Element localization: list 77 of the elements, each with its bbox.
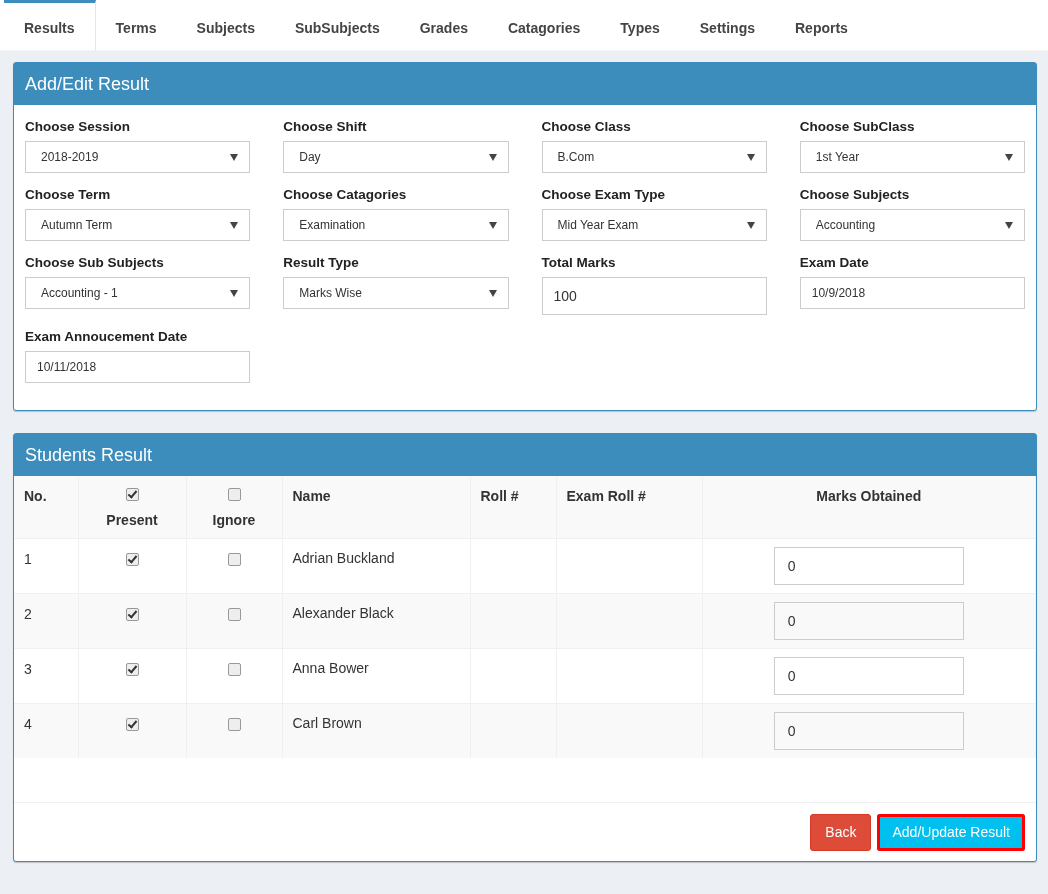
checkbox[interactable] (227, 488, 241, 501)
select-field[interactable]: 2018-2019 (25, 141, 251, 173)
select-field[interactable]: 1st Year (799, 141, 1025, 173)
field-label: Choose Shift (283, 119, 368, 134)
nav-tab[interactable]: Terms (95, 0, 177, 50)
column-header: Ignore (211, 512, 257, 528)
field-label: Choose SubClass (799, 119, 916, 134)
nav-tab[interactable]: Types (600, 0, 680, 50)
checkbox[interactable] (125, 488, 139, 501)
select-field[interactable]: Examination (283, 209, 509, 241)
checkbox[interactable] (125, 717, 139, 731)
checkbox[interactable] (227, 717, 241, 731)
field-label: Exam Annoucement Date (25, 329, 189, 344)
panel-title: Students Result (14, 434, 1036, 476)
field-label: Choose Subjects (799, 187, 911, 202)
field-label: Result Type (283, 255, 360, 270)
table-cell: Alexander Black (292, 604, 394, 621)
select-field[interactable]: Autumn Term (25, 209, 251, 241)
nav-tab[interactable]: Reports (775, 0, 868, 50)
checkbox[interactable] (227, 607, 241, 621)
date-field[interactable]: 10/9/2018 (799, 277, 1025, 309)
checkbox[interactable] (125, 552, 139, 566)
checkbox[interactable] (227, 552, 241, 566)
select-field[interactable]: Mid Year Exam (541, 209, 767, 241)
table-cell: Anna Bower (292, 659, 369, 676)
nav-tab[interactable]: Catagories (487, 0, 601, 50)
select-field[interactable]: Day (283, 141, 509, 173)
checkbox[interactable] (125, 607, 139, 621)
input-field[interactable]: 0 (773, 546, 964, 585)
caret-icon (746, 153, 755, 161)
input-field[interactable]: 100 (541, 277, 767, 315)
caret-icon (230, 221, 239, 229)
table-cell: 1 (24, 550, 32, 567)
table-cell: 3 (24, 660, 32, 677)
column-header: Name (292, 488, 331, 504)
column-header: No. (24, 488, 47, 504)
field-label: Choose Catagories (283, 187, 408, 202)
caret-icon (488, 221, 497, 229)
input-field[interactable]: 0 (773, 601, 964, 640)
field-label: Exam Date (799, 255, 870, 270)
checkbox[interactable] (227, 662, 241, 676)
date-field[interactable]: 10/11/2018 (25, 351, 251, 383)
select-field[interactable]: B.Com (541, 141, 767, 173)
column-header: Exam Roll # (566, 488, 646, 504)
column-header: Roll # (480, 488, 519, 504)
input-field[interactable]: 0 (773, 656, 964, 695)
caret-icon (746, 221, 755, 229)
caret-icon (230, 153, 239, 161)
select-field[interactable]: Accounting - 1 (25, 277, 251, 309)
select-field[interactable]: Accounting (799, 209, 1025, 241)
select-field[interactable]: Marks Wise (283, 277, 509, 309)
caret-icon (230, 289, 239, 297)
nav-tab[interactable]: Settings (679, 0, 775, 50)
caret-icon (1005, 153, 1013, 161)
caret-icon (1005, 221, 1013, 229)
field-label: Choose Session (25, 119, 132, 134)
caret-icon (488, 289, 497, 297)
field-label: Choose Class (541, 119, 632, 134)
column-header: Marks Obtained (816, 488, 922, 504)
caret-icon (488, 153, 497, 161)
nav-tab[interactable]: Results (4, 0, 96, 50)
table-cell: 4 (24, 715, 32, 732)
back-button[interactable]: Back (810, 813, 872, 851)
field-label: Choose Sub Subjects (25, 255, 165, 270)
input-field[interactable]: 0 (773, 711, 964, 750)
field-label: Total Marks (541, 255, 617, 270)
column-header: Present (105, 512, 159, 528)
nav-tab[interactable]: SubSubjects (274, 0, 400, 50)
table-cell: Adrian Buckland (292, 549, 395, 566)
nav-tab[interactable]: Subjects (176, 0, 275, 50)
panel-title: Add/Edit Result (14, 63, 1036, 105)
table-cell: 2 (24, 605, 32, 622)
checkbox[interactable] (125, 662, 139, 676)
nav-tab[interactable]: Grades (399, 0, 488, 50)
table-cell: Carl Brown (292, 714, 362, 731)
field-label: Choose Term (25, 187, 112, 202)
field-label: Choose Exam Type (541, 187, 667, 202)
